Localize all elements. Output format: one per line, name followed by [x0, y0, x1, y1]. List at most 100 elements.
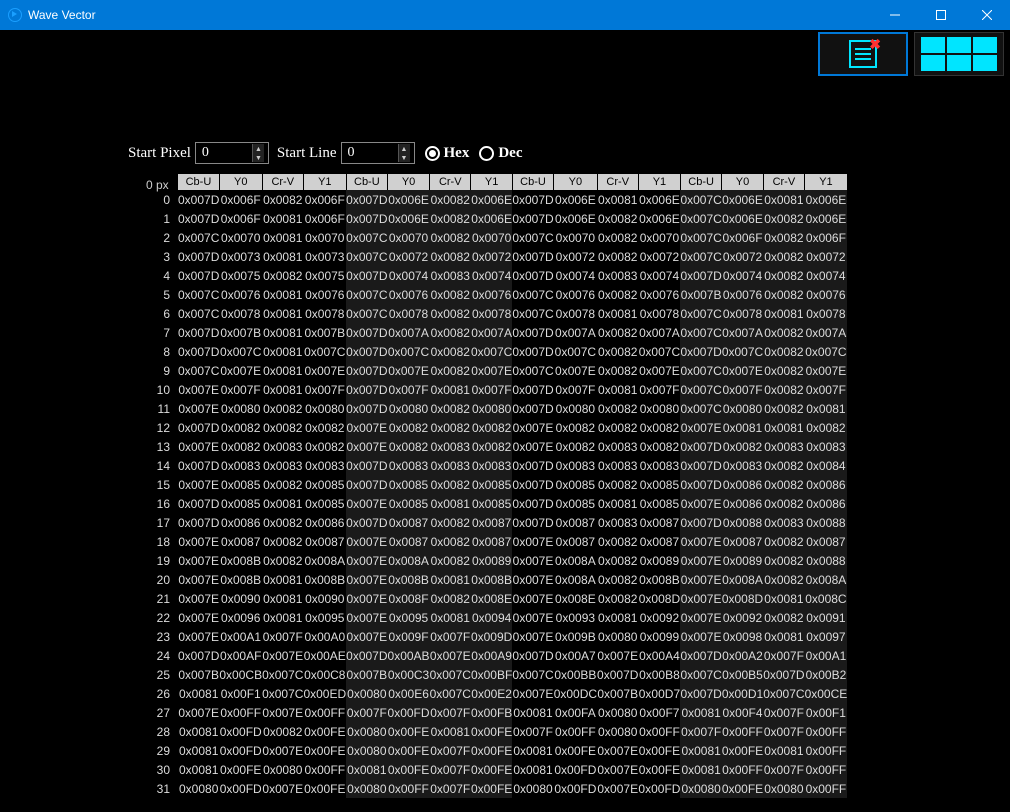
data-cell: 0x008A — [722, 570, 763, 589]
data-cell: 0x0081 — [178, 684, 219, 703]
data-cell: 0x0087 — [554, 513, 597, 532]
table-row: 80x007D0x007C0x00810x007C0x007D0x007C0x0… — [140, 342, 847, 361]
data-cell: 0x0081 — [597, 190, 638, 209]
data-cell: 0x0082 — [597, 342, 638, 361]
data-cell: 0x006E — [554, 209, 597, 228]
start-line-input[interactable]: 0 ▲▼ — [341, 142, 415, 164]
start-pixel-label: Start Pixel — [128, 145, 191, 162]
app-icon — [8, 8, 22, 22]
data-cell: 0x007D — [680, 456, 721, 475]
data-cell: 0x0081 — [430, 722, 471, 741]
data-cell: 0x0081 — [346, 760, 387, 779]
start-line-label: Start Line — [277, 145, 337, 162]
data-cell: 0x00FE — [722, 741, 763, 760]
close-button[interactable] — [964, 0, 1010, 30]
sheet-icon: ✖ — [849, 40, 877, 68]
data-cell: 0x0082 — [430, 228, 471, 247]
hex-radio[interactable] — [425, 146, 440, 161]
spin-down-icon[interactable]: ▼ — [252, 153, 264, 162]
data-cell: 0x007E — [262, 646, 303, 665]
data-cell: 0x0082 — [597, 247, 638, 266]
data-cell: 0x007C — [178, 361, 219, 380]
data-cell: 0x006F — [722, 228, 763, 247]
maximize-button[interactable] — [918, 0, 964, 30]
data-cell: 0x00D7 — [638, 684, 680, 703]
data-cell: 0x0083 — [597, 266, 638, 285]
data-cell: 0x00FF — [805, 722, 848, 741]
spin-up-icon[interactable]: ▲ — [252, 144, 264, 153]
data-cell: 0x006E — [638, 190, 680, 209]
data-cell: 0x007D — [680, 646, 721, 665]
table-row: 60x007C0x00780x00810x00780x007C0x00780x0… — [140, 304, 847, 323]
data-cell: 0x0072 — [722, 247, 763, 266]
data-cell: 0x0083 — [430, 266, 471, 285]
sheet-view-button[interactable]: ✖ — [818, 32, 908, 76]
data-cell: 0x0092 — [722, 608, 763, 627]
table-row: 50x007C0x00760x00810x00760x007C0x00760x0… — [140, 285, 847, 304]
data-cell: 0x007D — [512, 646, 553, 665]
data-cell: 0x0086 — [303, 513, 346, 532]
data-cell: 0x0083 — [388, 456, 430, 475]
table-row: 150x007E0x00850x00820x00850x007D0x00850x… — [140, 475, 847, 494]
table-row: 170x007D0x00860x00820x00860x007D0x00870x… — [140, 513, 847, 532]
column-header: Cr-V — [763, 174, 804, 190]
data-cell: 0x0082 — [763, 456, 804, 475]
data-cell: 0x007E — [597, 646, 638, 665]
data-cell: 0x0095 — [388, 608, 430, 627]
data-cell: 0x007B — [178, 665, 219, 684]
data-cell: 0x007F — [638, 380, 680, 399]
data-cell: 0x007D — [512, 475, 553, 494]
data-cell: 0x007D — [178, 418, 219, 437]
data-cell: 0x007E — [512, 627, 553, 646]
data-cell: 0x00FE — [303, 722, 346, 741]
data-cell: 0x009F — [388, 627, 430, 646]
data-cell: 0x0087 — [471, 513, 512, 532]
data-cell: 0x0081 — [262, 494, 303, 513]
data-cell: 0x007D — [512, 247, 553, 266]
data-cell: 0x00CE — [805, 684, 848, 703]
data-cell: 0x006E — [722, 190, 763, 209]
data-cell: 0x0076 — [722, 285, 763, 304]
data-cell: 0x00A9 — [471, 646, 512, 665]
data-cell: 0x007E — [178, 570, 219, 589]
data-cell: 0x00FB — [471, 703, 512, 722]
data-cell: 0x0082 — [471, 437, 512, 456]
start-pixel-input[interactable]: 0 ▲▼ — [195, 142, 269, 164]
data-cell: 0x00FE — [219, 760, 262, 779]
data-cell: 0x0082 — [763, 266, 804, 285]
grid-view-button[interactable] — [914, 32, 1004, 76]
table-row: 250x007B0x00CB0x007C0x00C80x007B0x00C30x… — [140, 665, 847, 684]
spin-down-icon[interactable]: ▼ — [398, 153, 410, 162]
data-cell: 0x00CB — [219, 665, 262, 684]
row-index: 13 — [140, 437, 178, 456]
row-index: 2 — [140, 228, 178, 247]
data-cell: 0x0087 — [219, 532, 262, 551]
data-cell: 0x0081 — [763, 190, 804, 209]
data-cell: 0x007E — [512, 570, 553, 589]
data-cell: 0x007C — [680, 399, 721, 418]
data-cell: 0x0082 — [430, 209, 471, 228]
data-cell: 0x007F — [430, 627, 471, 646]
data-cell: 0x0081 — [597, 380, 638, 399]
table-row: 30x007D0x00730x00810x00730x007C0x00720x0… — [140, 247, 847, 266]
data-cell: 0x00F4 — [722, 703, 763, 722]
data-cell: 0x0081 — [430, 494, 471, 513]
dec-radio[interactable] — [479, 146, 494, 161]
data-cell: 0x0083 — [303, 456, 346, 475]
data-cell: 0x007E — [680, 551, 721, 570]
row-index: 30 — [140, 760, 178, 779]
data-cell: 0x0081 — [262, 589, 303, 608]
data-cell: 0x0080 — [219, 399, 262, 418]
data-cell: 0x007D — [178, 646, 219, 665]
data-cell: 0x007F — [303, 380, 346, 399]
minimize-button[interactable] — [872, 0, 918, 30]
data-cell: 0x0083 — [262, 437, 303, 456]
spin-up-icon[interactable]: ▲ — [398, 144, 410, 153]
table-row: 130x007E0x00820x00830x00820x007E0x00820x… — [140, 437, 847, 456]
data-cell: 0x00BF — [471, 665, 512, 684]
data-cell: 0x0082 — [597, 475, 638, 494]
data-cell: 0x007E — [680, 608, 721, 627]
data-cell: 0x0088 — [722, 513, 763, 532]
data-cell: 0x00C8 — [303, 665, 346, 684]
dec-label: Dec — [498, 145, 522, 162]
